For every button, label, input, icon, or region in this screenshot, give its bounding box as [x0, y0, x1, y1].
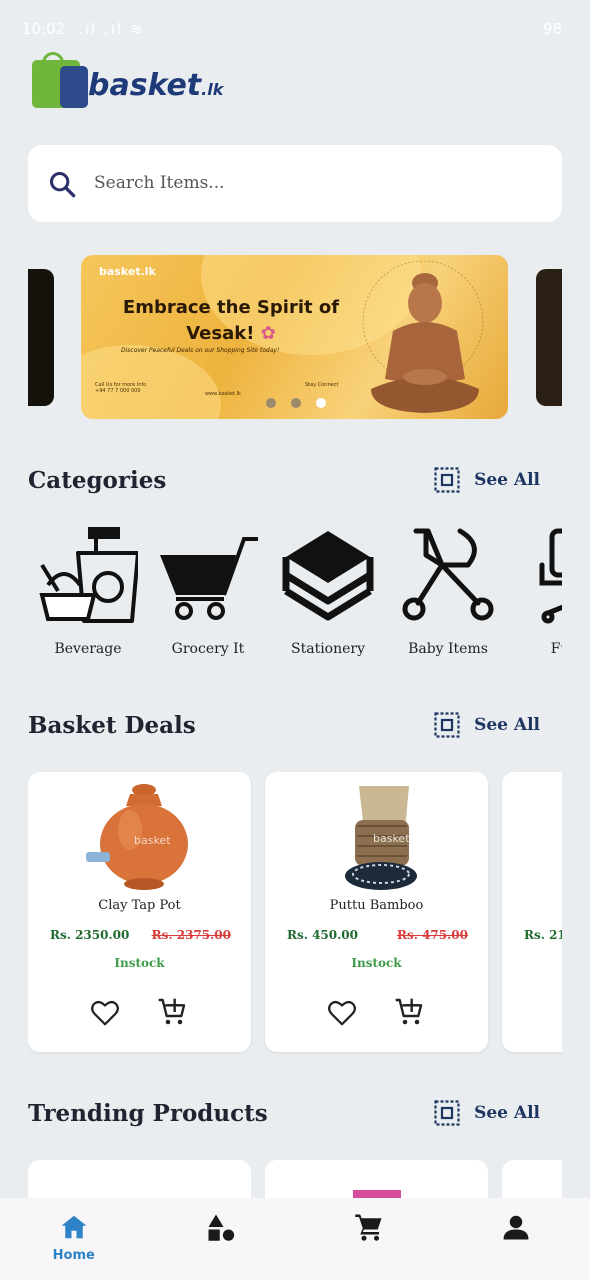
flower-icon: ✿	[260, 323, 276, 344]
bottom-navigation: Home	[0, 1198, 590, 1280]
heart-icon[interactable]	[90, 998, 120, 1028]
basket-logo[interactable]: basket.lk	[30, 52, 224, 110]
stock-status: Instock	[351, 956, 402, 970]
status-bar: 10:02 .ıl .ıl ≋ 98	[0, 0, 590, 58]
product-price: Rs. 21	[524, 928, 562, 942]
heart-icon[interactable]	[327, 998, 357, 1028]
category-stationery[interactable]: Stationery	[268, 525, 388, 665]
banner-title: Embrace the Spirit of Vesak! ✿	[122, 297, 340, 344]
chair-icon	[539, 528, 562, 624]
product-price: Rs. 450.00	[287, 928, 359, 942]
clay-pot-image: basket	[86, 784, 188, 890]
category-grocery[interactable]: Grocery It	[148, 525, 268, 665]
categories-title: Categories	[28, 467, 167, 494]
trending-title: Trending Products	[28, 1100, 268, 1127]
profile-icon	[503, 1215, 529, 1240]
product-price: Rs. 2350.00	[50, 928, 130, 942]
svg-text:basket: basket	[134, 834, 171, 847]
categories-header: Categories See All	[28, 463, 562, 499]
brand-wordmark: basket.lk	[88, 68, 224, 103]
product-old-price: Rs. 475.00	[396, 928, 468, 942]
beverage-icon	[39, 527, 138, 623]
product-name: Clay Tap Pot	[98, 898, 181, 913]
categories-icon	[208, 1214, 235, 1241]
banner-connect: Stay Connect	[305, 382, 339, 388]
carousel-dots	[261, 393, 331, 412]
grid-icon	[434, 467, 460, 493]
stock-status: Instock	[114, 956, 165, 970]
svg-text:basket: basket	[373, 832, 410, 845]
category-furniture[interactable]: Furn	[508, 525, 562, 665]
grid-icon	[434, 712, 460, 738]
product-card[interactable]: Rs. 21	[502, 772, 562, 1052]
category-label: Beverage	[54, 641, 122, 657]
search-bar[interactable]	[28, 145, 562, 222]
vesak-banner[interactable]: basket.lk Embrace the Spirit of Vesak! ✿…	[81, 255, 508, 419]
trending-see-all-button[interactable]: See All	[434, 1096, 540, 1130]
banner-subtitle: Discover Peaceful Deals on our Shopping …	[121, 347, 280, 354]
nav-cart[interactable]	[295, 1198, 443, 1280]
add-to-cart-icon[interactable]	[156, 996, 188, 1028]
add-to-cart-icon[interactable]	[393, 996, 425, 1028]
deals-header: Basket Deals See All	[28, 708, 562, 744]
puttu-bamboo-image: basket	[345, 786, 417, 890]
buddha-statue-image	[362, 261, 484, 413]
category-label: Baby Items	[408, 641, 488, 657]
categories-list[interactable]: Beverage Grocery It Stationery Baby Item…	[28, 525, 562, 665]
carousel-slide-next[interactable]	[536, 269, 562, 406]
deals-see-all-button[interactable]: See All	[434, 708, 540, 742]
signal-icon: .ıl .ıl ≋	[78, 20, 145, 38]
cart-icon	[355, 1214, 382, 1241]
trending-header: Trending Products See All	[28, 1096, 562, 1132]
search-icon	[49, 171, 76, 198]
product-image	[353, 1190, 401, 1198]
category-label: Stationery	[291, 641, 365, 657]
promo-carousel[interactable]: basket.lk Embrace the Spirit of Vesak! ✿…	[28, 255, 562, 420]
deals-list[interactable]: basket Clay Tap Pot Rs. 2350.00 Rs. 2375…	[28, 772, 562, 1056]
category-baby-items[interactable]: Baby Items	[388, 525, 508, 665]
product-card[interactable]: basket Clay Tap Pot Rs. 2350.00 Rs. 2375…	[28, 772, 251, 1052]
category-label: Grocery It	[171, 641, 245, 657]
nav-categories[interactable]	[148, 1198, 296, 1280]
category-beverage[interactable]: Beverage	[28, 525, 148, 665]
product-card[interactable]: basket Puttu Bamboo Rs. 450.00 Rs. 475.0…	[265, 772, 488, 1052]
carousel-dot[interactable]	[291, 398, 302, 408]
home-icon	[61, 1215, 87, 1239]
product-name: Puttu Bamboo	[329, 898, 424, 913]
grid-icon	[434, 1100, 460, 1126]
nav-home-label: Home	[52, 1248, 95, 1263]
stroller-icon	[402, 528, 494, 621]
banner-contact: Call Us for more Info +94 77 7 000 000	[95, 382, 147, 394]
category-label: Furn	[550, 641, 562, 657]
carousel-dot[interactable]	[266, 398, 276, 408]
banner-website: www.basket.lk	[205, 391, 241, 397]
banner-logo: basket.lk	[99, 265, 156, 278]
product-old-price: Rs. 2375.00	[151, 928, 231, 942]
nav-profile[interactable]	[443, 1198, 590, 1280]
status-time: 10:02	[22, 20, 66, 38]
nav-home[interactable]: Home	[0, 1198, 148, 1280]
shopping-cart-icon	[160, 537, 258, 620]
categories-see-all-button[interactable]: See All	[434, 463, 540, 497]
carousel-dot-active[interactable]	[316, 398, 327, 408]
layers-icon	[282, 531, 374, 621]
battery-indicator: 98	[542, 20, 562, 38]
search-input[interactable]	[94, 165, 534, 201]
carousel-slide-previous[interactable]	[28, 269, 54, 406]
deals-title: Basket Deals	[28, 712, 196, 739]
